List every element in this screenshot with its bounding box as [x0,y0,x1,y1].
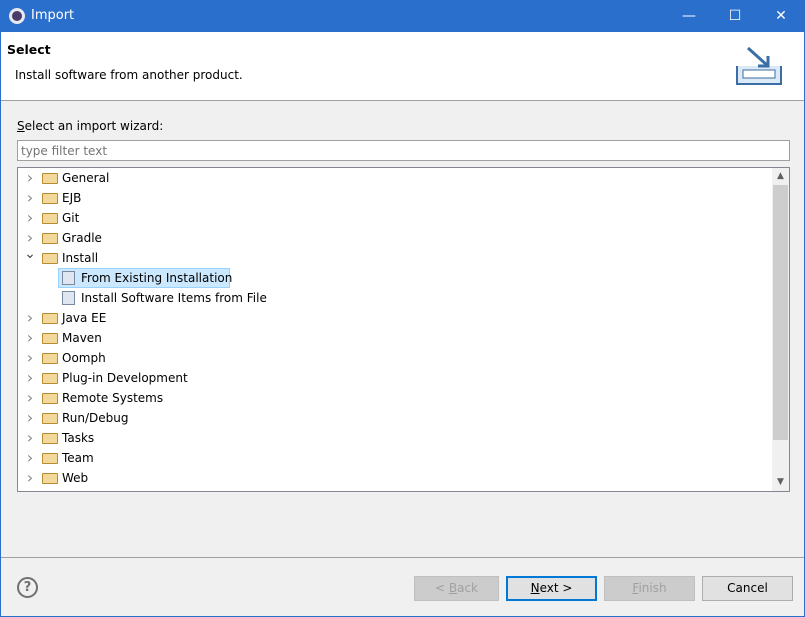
folder-icon [42,393,58,404]
tree-item-label: Git [62,211,80,225]
wizard-header: Select Install software from another pro… [1,32,804,101]
folder-icon [42,193,58,204]
chevron-right-icon[interactable]: › [24,208,36,228]
install-wizard-icon [62,291,75,305]
wizard-label: Select an import wizard: [17,119,163,133]
folder-icon [42,413,58,424]
tree-leaf-item[interactable]: Install Software Items from File [18,288,418,308]
chevron-right-icon[interactable]: › [24,348,36,368]
maximize-button[interactable]: ☐ [712,1,758,32]
scroll-thumb[interactable] [773,185,788,440]
next-button[interactable]: Next > [506,576,597,601]
chevron-right-icon[interactable]: › [24,408,36,428]
filter-input[interactable] [17,140,790,161]
page-description: Install software from another product. [15,68,243,82]
folder-icon [42,233,58,244]
page-title: Select [7,42,51,57]
tree-item-label: Web [62,471,89,485]
import-banner-icon [736,46,782,85]
wizard-label-text: elect an import wizard: [24,119,164,133]
tree-item-label: Team [62,451,94,465]
import-dialog: Import — ☐ ✕ Select Install software fro… [0,0,805,617]
tree-item-label: EJB [62,191,82,205]
folder-icon [42,473,58,484]
tree-item-label: Plug-in Development [62,371,188,385]
eclipse-icon [9,8,25,24]
install-wizard-icon [62,271,75,285]
chevron-right-icon[interactable]: › [24,168,36,188]
back-button[interactable]: < Back [414,576,499,601]
cancel-button[interactable]: Cancel [702,576,793,601]
tree-item-label: Gradle [62,231,102,245]
folder-icon [42,313,58,324]
scroll-up-icon[interactable]: ▲ [772,168,789,185]
wizard-tree[interactable]: ▲ ▼ › General › EJB › Git › Gradle ⌄ Install From … [17,167,790,492]
minimize-button[interactable]: — [666,1,712,32]
folder-icon [42,333,58,344]
tree-item-label: Remote Systems [62,391,164,405]
tree-leaf-item[interactable]: From Existing Installation [18,268,418,288]
finish-button[interactable]: Finish [604,576,695,601]
folder-icon [42,353,58,364]
folder-icon [42,253,58,264]
chevron-down-icon[interactable]: ⌄ [24,247,36,261]
chevron-right-icon[interactable]: › [24,448,36,468]
title-bar: Import — ☐ ✕ [1,1,804,32]
tree-item-label: Java EE [62,311,107,325]
chevron-right-icon[interactable]: › [24,368,36,388]
folder-icon [42,373,58,384]
folder-icon [42,213,58,224]
chevron-right-icon[interactable]: › [24,428,36,448]
chevron-right-icon[interactable]: › [24,188,36,208]
close-button[interactable]: ✕ [758,1,804,32]
tree-item-label: General [62,171,110,185]
tree-leaf-label: Install Software Items from File [81,291,267,305]
tree-item-label: Install [62,251,99,265]
window-title: Import [31,8,75,23]
chevron-right-icon[interactable]: › [24,468,36,488]
vertical-scrollbar[interactable]: ▲ ▼ [772,168,789,491]
chevron-right-icon[interactable]: › [24,388,36,408]
tree-item-label: Tasks [62,431,95,445]
separator [1,557,804,558]
tree-leaf-label: From Existing Installation [81,271,233,285]
tree-item-label: Oomph [62,351,106,365]
tree-item-label: Run/Debug [62,411,129,425]
wizard-label-mnemonic: S [17,119,25,133]
chevron-right-icon[interactable]: › [24,228,36,248]
folder-icon [42,173,58,184]
scroll-down-icon[interactable]: ▼ [772,474,789,491]
help-icon[interactable]: ? [17,577,38,598]
chevron-right-icon[interactable]: › [24,308,36,328]
folder-icon [42,433,58,444]
chevron-right-icon[interactable]: › [24,328,36,348]
tree-item-label: Maven [62,331,102,345]
folder-icon [42,453,58,464]
